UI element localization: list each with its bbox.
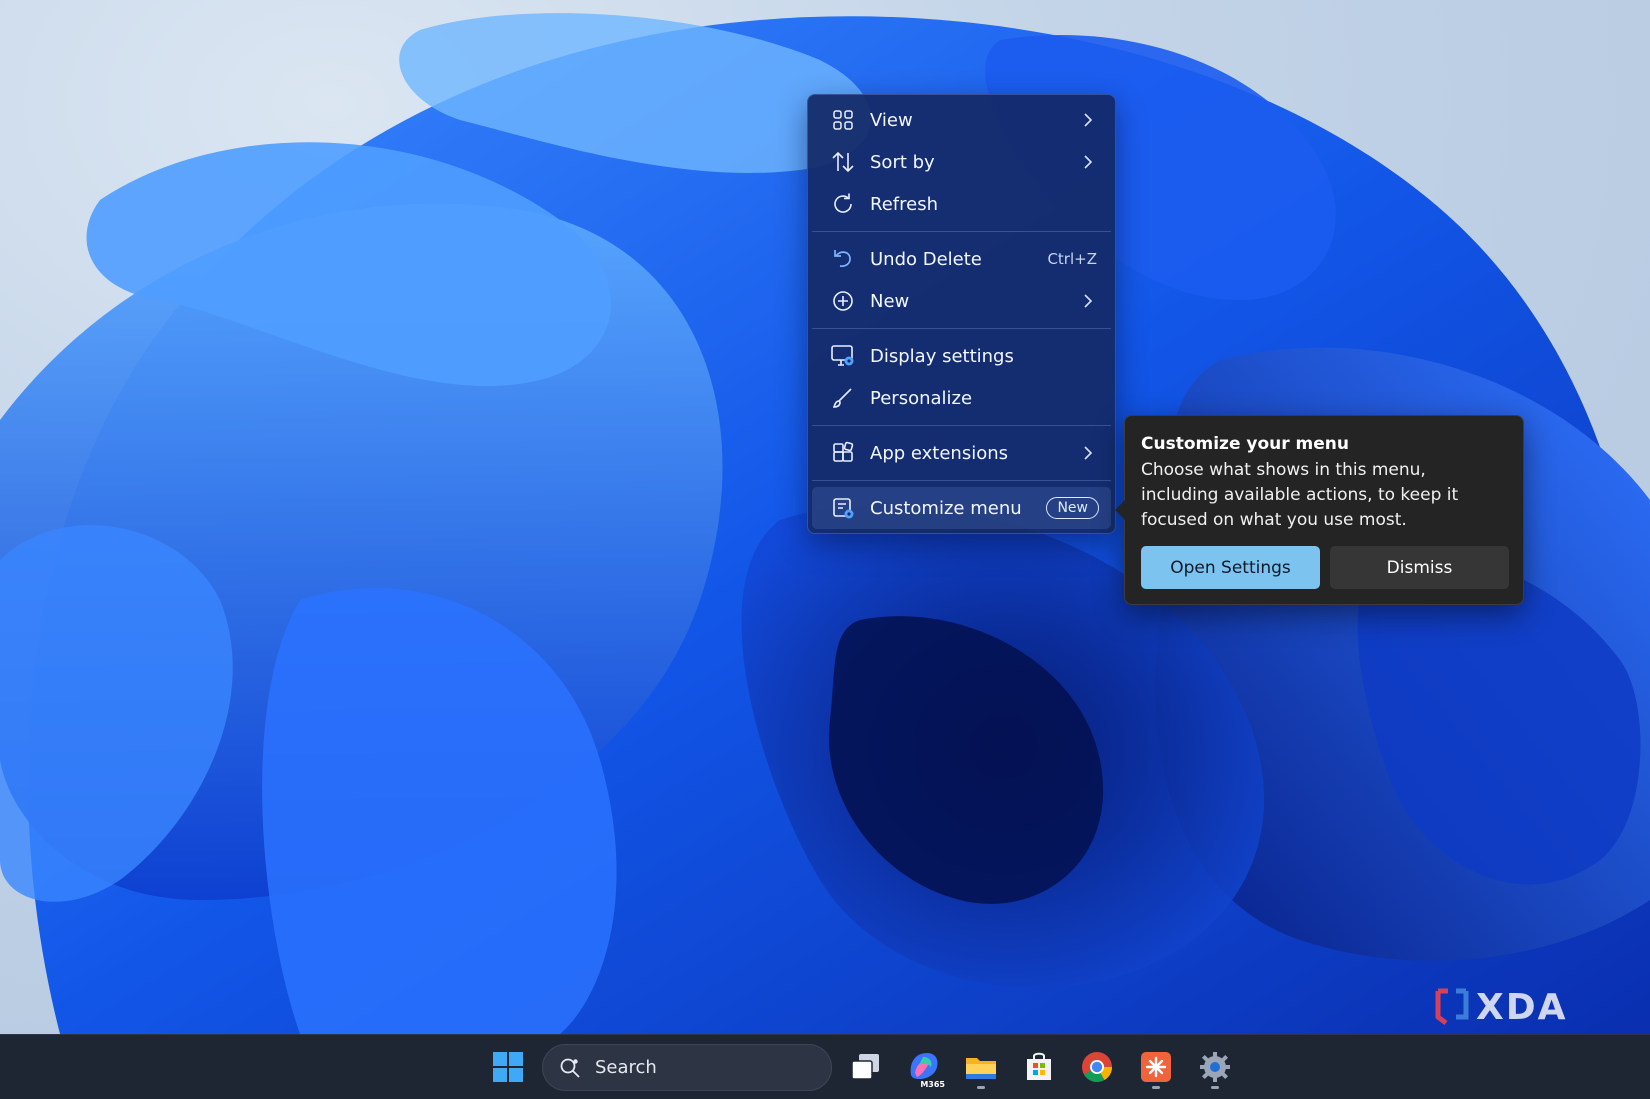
taskbar: Search M365: [0, 1034, 1650, 1099]
taskbar-search-box[interactable]: Search: [542, 1044, 832, 1091]
menu-item-label: New: [870, 290, 910, 312]
app-orange-icon[interactable]: [1136, 1047, 1176, 1089]
tip-title: Customize your menu: [1141, 434, 1350, 454]
menu-separator: [812, 328, 1111, 329]
plus-circle-icon: [830, 288, 856, 314]
file-explorer-icon[interactable]: [961, 1047, 1001, 1089]
customize-menu-icon: [830, 495, 856, 521]
watermark-text: XDA: [1476, 986, 1568, 1028]
menu-separator: [812, 480, 1111, 481]
menu-item-label: Sort by: [870, 151, 935, 173]
menu-item-label: View: [870, 109, 913, 131]
tip-body: Choose what shows in this menu, includin…: [1141, 460, 1459, 530]
menu-separator: [812, 231, 1111, 232]
search-placeholder: Search: [595, 1057, 657, 1078]
chevron-right-icon: [1079, 446, 1097, 460]
menu-item-personalize[interactable]: Personalize: [812, 377, 1111, 419]
menu-item-label: Personalize: [870, 387, 973, 409]
menu-item-undo-delete[interactable]: Undo Delete Ctrl+Z: [812, 238, 1111, 280]
sort-icon: [830, 149, 856, 175]
menu-item-label: App extensions: [870, 442, 1009, 464]
chevron-right-icon: [1079, 113, 1097, 127]
display-settings-icon: [830, 343, 856, 369]
chevron-right-icon: [1079, 294, 1097, 308]
microsoft-store-icon[interactable]: [1019, 1047, 1059, 1087]
desktop-context-menu: View Sort by Refresh Undo Delete Ctrl+Z …: [807, 94, 1116, 534]
menu-item-refresh[interactable]: Refresh: [812, 183, 1111, 225]
settings-gear-icon[interactable]: [1195, 1047, 1235, 1089]
tip-button-row: Open Settings Dismiss: [1141, 546, 1509, 589]
running-indicator: [1152, 1086, 1160, 1089]
m365-copilot-icon[interactable]: M365: [903, 1047, 945, 1089]
menu-item-label: Customize menu: [870, 497, 1022, 519]
menu-item-sort-by[interactable]: Sort by: [812, 141, 1111, 183]
windows-start-icon[interactable]: [488, 1047, 528, 1087]
menu-item-display-settings[interactable]: Display settings: [812, 335, 1111, 377]
menu-item-label: Refresh: [870, 193, 938, 215]
open-settings-button[interactable]: Open Settings: [1141, 546, 1320, 589]
menu-separator: [812, 425, 1111, 426]
menu-item-app-extensions[interactable]: App extensions: [812, 432, 1111, 474]
new-badge: New: [1046, 497, 1099, 519]
menu-item-view[interactable]: View: [812, 99, 1111, 141]
search-icon: [559, 1057, 581, 1079]
brush-icon: [830, 385, 856, 411]
undo-icon: [830, 246, 856, 272]
shortcut-text: Ctrl+Z: [1047, 250, 1097, 268]
customize-menu-teaching-tip: Customize your menu Choose what shows in…: [1115, 415, 1524, 605]
menu-item-label: Display settings: [870, 345, 1014, 367]
menu-item-customize-menu[interactable]: Customize menu New: [812, 487, 1111, 529]
xda-watermark-logo: XDA: [1434, 985, 1594, 1029]
chevron-right-icon: [1079, 155, 1097, 169]
menu-item-new[interactable]: New: [812, 280, 1111, 322]
running-indicator: [1211, 1086, 1219, 1089]
task-view-icon[interactable]: [846, 1047, 886, 1087]
m365-label: M365: [920, 1080, 945, 1089]
app-extensions-icon: [830, 440, 856, 466]
grid-view-icon: [830, 107, 856, 133]
chrome-icon[interactable]: [1077, 1047, 1117, 1087]
tip-pointer: [1115, 500, 1125, 520]
running-indicator: [977, 1086, 985, 1089]
refresh-icon: [830, 191, 856, 217]
menu-item-label: Undo Delete: [870, 248, 982, 270]
dismiss-button[interactable]: Dismiss: [1330, 546, 1509, 589]
